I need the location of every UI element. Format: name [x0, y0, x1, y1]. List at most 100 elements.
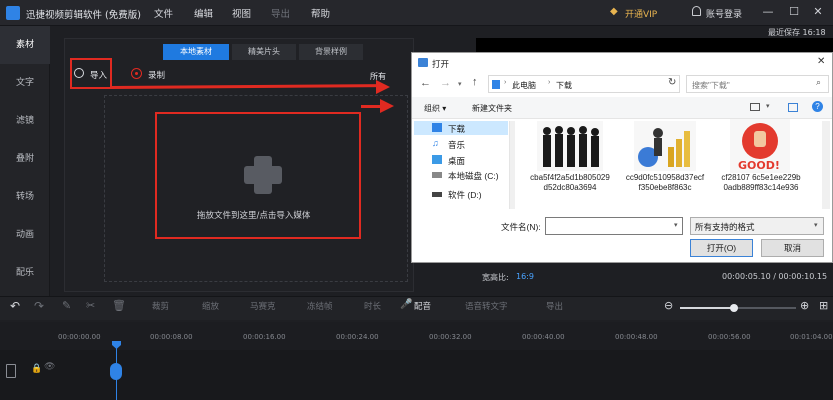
menu-edit[interactable]: 编辑: [194, 6, 213, 20]
speech-to-text-button[interactable]: 语音转文字: [465, 300, 508, 312]
add-plus-icon-bar: [244, 166, 282, 184]
disk-c-icon: [432, 172, 442, 178]
vip-button[interactable]: 开通VIP: [625, 7, 657, 20]
left-nav: 素材 文字 滤镜 叠附 转场 动画 配乐: [0, 26, 50, 296]
search-input[interactable]: 搜索"下载": [692, 80, 730, 91]
download-folder-icon: [492, 80, 500, 89]
tab-background[interactable]: 背景样例: [299, 44, 363, 60]
menu-export[interactable]: 导出: [271, 6, 290, 20]
tab-intro[interactable]: 精美片头: [232, 44, 296, 60]
new-folder-button[interactable]: 新建文件夹: [472, 103, 512, 114]
search-icon[interactable]: ⌕: [816, 77, 821, 88]
back-arrow-icon[interactable]: ←: [420, 77, 431, 89]
ruler-tick: 00:00:32.00: [429, 333, 472, 341]
zoom-out-icon[interactable]: ⊖: [664, 299, 673, 312]
up-arrow-icon[interactable]: ↑: [472, 76, 478, 88]
zoom-button[interactable]: 缩放: [202, 300, 219, 312]
ruler-tick: 00:00:40.00: [522, 333, 565, 341]
menu-view[interactable]: 视图: [232, 6, 251, 20]
nav-media[interactable]: 素材: [0, 26, 50, 64]
edit-icon[interactable]: ✎: [62, 299, 71, 312]
view-options-icon[interactable]: [750, 103, 760, 111]
nav-transition[interactable]: 转场: [0, 178, 50, 216]
drop-zone-text: 拖放文件到这里/点击导入媒体: [197, 211, 311, 221]
ratio-value[interactable]: 16:9: [516, 272, 534, 281]
tree-item-music[interactable]: 音乐: [448, 139, 465, 151]
files-scrollbar[interactable]: [822, 121, 830, 209]
duration-button[interactable]: 时长: [364, 300, 381, 312]
zoom-slider-handle[interactable]: [730, 304, 738, 312]
playhead-knob[interactable]: [110, 363, 122, 380]
login-button[interactable]: 账号登录: [706, 7, 742, 20]
desktop-icon: [432, 155, 442, 164]
voiceover-button[interactable]: 配音: [414, 300, 431, 312]
file-name-3: cf28107 6c5e1ee229b0adb889ff83c14e936: [721, 173, 801, 192]
file-thumb-2[interactable]: [634, 121, 696, 171]
zoom-in-icon[interactable]: ⊕: [800, 299, 809, 312]
video-track[interactable]: [0, 350, 833, 400]
app-title: 迅捷视频剪辑软件 (免费版): [26, 10, 141, 21]
last-saved-text: 最近保存 16:18: [768, 28, 826, 37]
redo-icon[interactable]: ↷: [34, 299, 44, 313]
maximize-button[interactable]: ☐: [786, 4, 802, 20]
nav-filter[interactable]: 滤镜: [0, 102, 50, 140]
nav-animation[interactable]: 动画: [0, 216, 50, 254]
menu-help[interactable]: 帮助: [311, 6, 330, 20]
dialog-close-button[interactable]: ✕: [817, 56, 825, 67]
breadcrumb-downloads[interactable]: 下载: [556, 80, 572, 91]
file-thumb-1[interactable]: [537, 121, 603, 171]
organize-button[interactable]: 组织 ▾: [424, 103, 446, 114]
record-button[interactable]: 录制: [148, 69, 165, 81]
zoom-slider-fill: [680, 307, 734, 309]
menu-file[interactable]: 文件: [154, 6, 173, 20]
nav-text[interactable]: 文字: [0, 64, 50, 102]
music-icon: ♫: [432, 138, 439, 148]
export-button[interactable]: 导出: [546, 300, 563, 312]
nav-overlay[interactable]: 叠附: [0, 140, 50, 178]
good-thumbs-up-image: GOOD!: [738, 123, 780, 172]
delete-icon[interactable]: 🗑: [112, 299, 126, 312]
import-icon: [74, 68, 84, 78]
scissors-icon[interactable]: ✂: [86, 299, 95, 312]
forward-arrow-icon[interactable]: →: [440, 77, 451, 89]
refresh-icon[interactable]: ↻: [668, 77, 676, 88]
minimize-button[interactable]: —: [760, 4, 776, 20]
undo-icon[interactable]: ↶: [10, 299, 20, 313]
preview-time: 00:00:05.10 / 00:00:10.15: [722, 272, 828, 281]
fit-icon[interactable]: ⊞: [819, 299, 828, 312]
nav-music[interactable]: 配乐: [0, 254, 50, 292]
business-people-image: [543, 126, 599, 167]
vip-diamond-icon: ◆: [610, 6, 618, 17]
tree-item-disk-c[interactable]: 本地磁盘 (C:): [448, 170, 499, 182]
dialog-icon: [418, 58, 428, 67]
crop-button[interactable]: 裁剪: [152, 300, 169, 312]
open-button[interactable]: 打开(O): [690, 239, 753, 257]
tree-scrollbar[interactable]: [509, 121, 515, 209]
eye-icon[interactable]: 👁: [44, 362, 55, 372]
help-icon[interactable]: ?: [812, 101, 823, 112]
freeze-button[interactable]: 冻结帧: [307, 300, 333, 312]
cancel-button[interactable]: 取消: [761, 239, 824, 257]
mosaic-button[interactable]: 马赛克: [250, 300, 276, 312]
preview-pane-icon[interactable]: [788, 103, 798, 112]
ruler-tick: 00:00:24.00: [336, 333, 379, 341]
tab-local-media[interactable]: 本地素材: [163, 44, 229, 60]
import-button[interactable]: 导入: [90, 69, 107, 81]
tree-item-downloads[interactable]: 下载: [448, 123, 465, 135]
tree-item-desktop[interactable]: 桌面: [448, 155, 465, 167]
close-button[interactable]: ✕: [810, 4, 826, 20]
tree-item-disk-d[interactable]: 软件 (D:): [448, 189, 482, 201]
breadcrumb-sep-icon: ›: [548, 79, 551, 86]
ruler-tick: 00:00:08.00: [150, 333, 193, 341]
filename-input[interactable]: [545, 217, 683, 235]
view-dropdown-icon[interactable]: ▾: [766, 102, 770, 110]
recent-dropdown-icon[interactable]: ▾: [458, 80, 462, 88]
ruler-tick: 00:00:00.00: [58, 333, 101, 341]
filename-label: 文件名(N):: [501, 222, 541, 232]
filename-dropdown-icon[interactable]: ▾: [674, 221, 678, 229]
arrow-head-1: [376, 80, 390, 94]
breadcrumb-pc[interactable]: 此电脑: [512, 80, 536, 91]
arrow-head-2: [380, 99, 394, 113]
lock-icon[interactable]: 🔒: [31, 364, 42, 374]
file-thumb-3[interactable]: GOOD!: [730, 119, 790, 173]
